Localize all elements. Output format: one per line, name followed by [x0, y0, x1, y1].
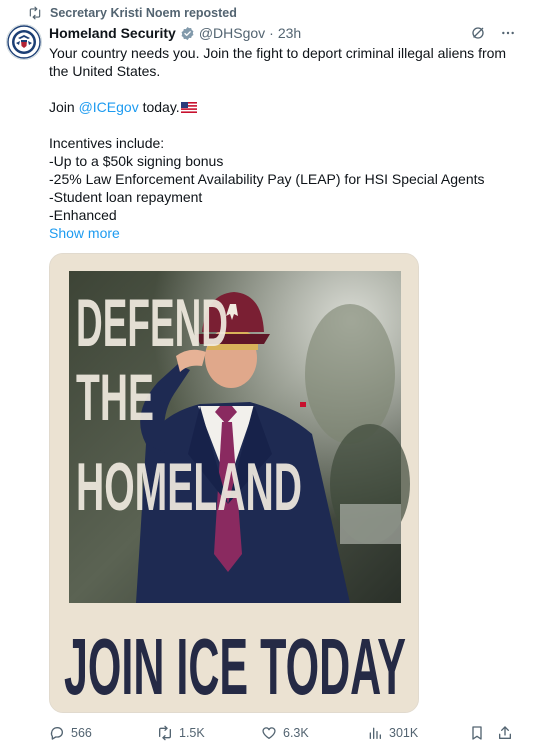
join-suffix: today.	[138, 99, 180, 115]
verified-badge-icon[interactable]	[180, 26, 195, 41]
repost-button[interactable]: 1.5K	[157, 723, 205, 743]
repost-indicator[interactable]: Secretary Kristi Noem reposted	[28, 5, 237, 21]
tweet-join-line: Join @ICEgov today.	[49, 98, 517, 116]
more-options-icon[interactable]	[500, 25, 516, 41]
dhs-seal-icon	[7, 25, 41, 59]
incentive-item: -Student loan repayment	[49, 189, 203, 205]
tweet-line-1: Your country needs you. Join the fight t…	[49, 45, 510, 79]
share-icon	[499, 726, 511, 739]
views-count: 301K	[389, 726, 419, 740]
top-actions	[470, 25, 516, 41]
reply-count: 566	[71, 726, 92, 740]
headline-line-1: DEFEND	[76, 285, 228, 361]
post-timestamp[interactable]: 23h	[278, 25, 301, 41]
repost-icon	[159, 725, 171, 741]
reply-icon	[50, 726, 63, 740]
tweet-body: Your country needs you. Join the fight t…	[49, 44, 517, 242]
recruitment-poster: DEFEND THE HOMELAND JOIN ICE TODAY	[50, 254, 418, 712]
author-handle[interactable]: @DHSgov	[199, 25, 265, 41]
action-bar: 566 1.5K 6.3K 301K	[49, 723, 519, 743]
repost-icon	[29, 6, 41, 20]
reply-button[interactable]: 566	[49, 723, 92, 743]
headline-line-3: HOMELAND	[76, 449, 302, 525]
incentives-heading: Incentives include:	[49, 135, 165, 151]
grok-icon[interactable]	[470, 25, 486, 41]
headline-line-2: THE	[76, 360, 154, 434]
show-more-link[interactable]: Show more	[49, 224, 517, 242]
views-chart-icon	[369, 727, 381, 739]
heart-icon	[262, 727, 276, 739]
repost-label: Secretary Kristi Noem reposted	[50, 6, 237, 20]
tweet-header: Homeland Security @DHSgov · 23h	[49, 24, 301, 42]
author-name[interactable]: Homeland Security	[49, 25, 176, 41]
incentive-item: -25% Law Enforcement Availability Pay (L…	[49, 171, 485, 187]
separator-dot: ·	[269, 25, 274, 41]
views-button[interactable]: 301K	[367, 723, 418, 743]
avatar[interactable]	[6, 24, 42, 60]
mention-link[interactable]: @ICEgov	[79, 99, 139, 115]
post-image[interactable]: DEFEND THE HOMELAND JOIN ICE TODAY	[49, 253, 419, 713]
bookmark-button[interactable]	[469, 723, 485, 743]
repost-count: 1.5K	[179, 726, 205, 740]
join-prefix: Join	[49, 99, 79, 115]
us-flag-icon	[180, 102, 197, 113]
bookmark-icon	[472, 726, 482, 740]
incentive-item: -Enhanced	[49, 207, 117, 223]
share-button[interactable]	[497, 723, 513, 743]
poster-bottom-text: JOIN ICE TODAY	[64, 622, 406, 711]
like-button[interactable]: 6.3K	[261, 723, 309, 743]
like-count: 6.3K	[283, 726, 309, 740]
incentive-item: -Up to a $50k signing bonus	[49, 153, 224, 169]
